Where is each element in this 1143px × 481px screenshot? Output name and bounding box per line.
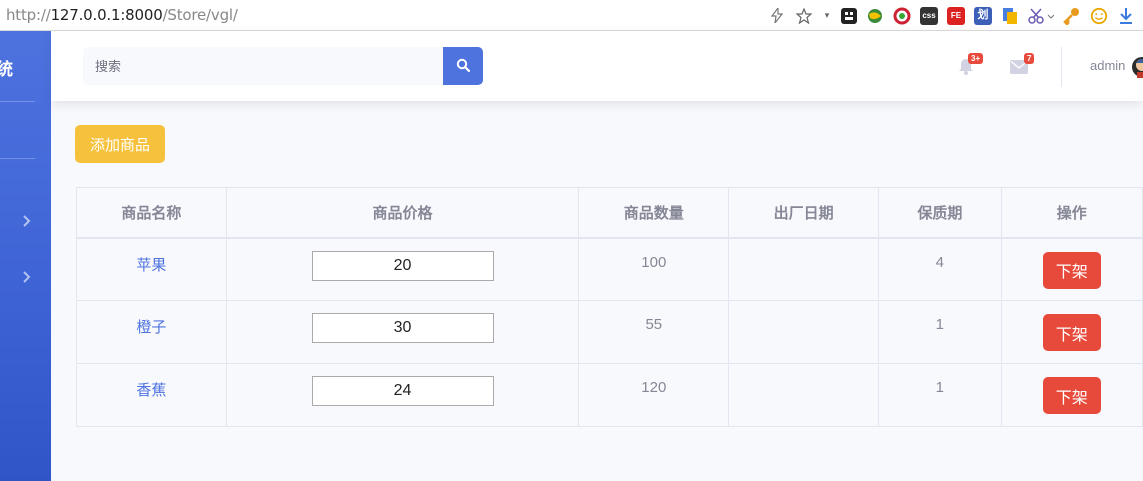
search-button[interactable] [443, 47, 483, 85]
quantity-cell: 120 [578, 363, 730, 427]
column-header-actions: 操作 [1000, 187, 1143, 239]
browser-toolbar: http://127.0.0.1:8000/Store/vgl/ ▾ css F… [0, 0, 1143, 31]
action-cell: 下架 [1000, 237, 1143, 301]
lightning-icon[interactable] [768, 7, 786, 25]
url-scheme: http:// [6, 6, 51, 24]
shelf-life-cell: 1 [878, 363, 1002, 427]
top-navbar: 3+ 7 admin [51, 31, 1143, 101]
search-icon [456, 58, 471, 75]
price-cell [225, 300, 580, 364]
avatar[interactable] [1131, 54, 1143, 80]
messages-dropdown[interactable]: 7 [1010, 53, 1035, 79]
price-cell [225, 237, 580, 301]
chevron-right-icon[interactable] [21, 270, 35, 284]
delist-button[interactable]: 下架 [1042, 314, 1101, 351]
shelf-life-cell: 4 [878, 237, 1002, 301]
price-input[interactable] [311, 250, 494, 281]
user-name[interactable]: admin [1090, 58, 1125, 73]
product-name: 香蕉 [76, 363, 227, 427]
translate-icon[interactable] [1001, 7, 1019, 25]
add-product-button[interactable]: 添加商品 [75, 125, 165, 163]
price-input[interactable] [311, 313, 494, 343]
fe-icon[interactable]: FE [947, 6, 965, 25]
price-cell [225, 363, 580, 427]
scissors-icon[interactable] [1028, 7, 1054, 25]
sidebar-brand[interactable]: 统 [0, 55, 13, 80]
extension-icon[interactable] [841, 7, 857, 24]
table-row: 橙子 55 1 下架 [76, 300, 1143, 364]
messages-badge: 7 [1024, 53, 1035, 64]
shelf-life-cell: 1 [878, 300, 1002, 364]
product-table: 商品名称 商品价格 商品数量 出厂日期 保质期 操作 苹果 100 4 下架 橙… [76, 187, 1143, 427]
address-bar[interactable]: http://127.0.0.1:8000/Store/vgl/ [0, 6, 238, 24]
sidebar: 统 [0, 31, 51, 481]
delist-button[interactable]: 下架 [1042, 251, 1101, 289]
alerts-badge: 3+ [968, 53, 984, 64]
star-icon[interactable] [795, 7, 813, 25]
action-cell: 下架 [1000, 300, 1143, 364]
quantity-cell: 100 [578, 237, 730, 301]
bell-icon [958, 59, 974, 79]
hua-icon[interactable]: 划 [974, 6, 992, 25]
sidebar-divider [0, 158, 35, 159]
dropdown-icon[interactable]: ▾ [822, 7, 832, 25]
product-name: 苹果 [76, 237, 227, 301]
date-cell [728, 300, 880, 364]
emoji-icon[interactable] [1090, 7, 1108, 25]
url-host: 127.0.0.1:8000 [50, 6, 163, 24]
date-cell [728, 237, 880, 301]
circle-icon[interactable] [893, 7, 911, 25]
column-header-name: 商品名称 [76, 187, 227, 239]
search-input[interactable] [83, 47, 443, 85]
css-icon[interactable]: css [920, 6, 938, 25]
product-name: 橙子 [76, 300, 227, 364]
globe-icon[interactable] [866, 7, 884, 25]
url-path: /Store/vgl/ [162, 6, 238, 24]
table-row: 香蕉 120 1 下架 [76, 363, 1143, 427]
download-icon[interactable] [1117, 7, 1135, 25]
quantity-cell: 55 [578, 300, 730, 364]
chevron-right-icon[interactable] [21, 214, 35, 228]
column-header-shelf-life: 保质期 [878, 187, 1002, 239]
delist-button[interactable]: 下架 [1042, 377, 1101, 414]
action-cell: 下架 [1000, 363, 1143, 427]
column-header-price: 商品价格 [225, 187, 580, 239]
column-header-quantity: 商品数量 [578, 187, 730, 239]
table-row: 苹果 100 4 下架 [76, 237, 1143, 301]
key-icon[interactable] [1063, 7, 1081, 25]
column-header-date: 出厂日期 [728, 187, 880, 239]
sidebar-divider [0, 101, 35, 102]
date-cell [728, 363, 880, 427]
topbar-divider [1061, 47, 1062, 87]
alerts-dropdown[interactable]: 3+ [958, 53, 984, 80]
price-input[interactable] [311, 376, 494, 406]
